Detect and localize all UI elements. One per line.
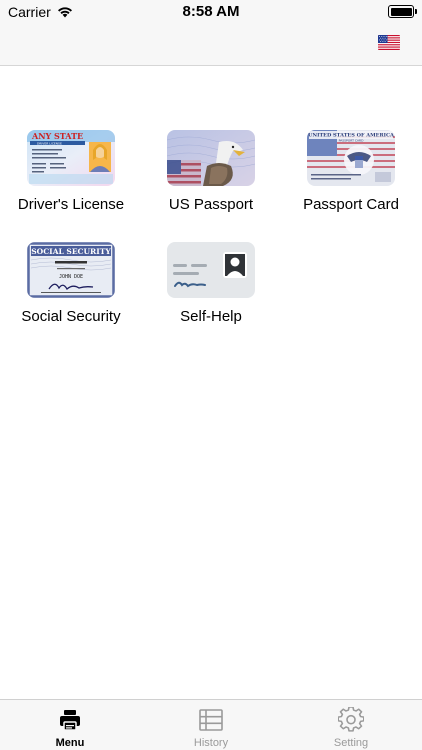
svg-text:JOHN DOE: JOHN DOE [59, 274, 83, 280]
tab-bar: Menu History Setting [0, 699, 422, 750]
gear-icon [338, 707, 364, 732]
menu-item-label: Driver's License [17, 196, 125, 213]
battery-icon [388, 5, 417, 18]
tab-label: History [193, 737, 229, 749]
printer-icon [60, 710, 80, 731]
tab-setting[interactable]: Setting [281, 700, 421, 750]
list-icon [199, 709, 223, 731]
tab-label: Menu [55, 737, 85, 749]
svg-text:DRIVER LICENSE: DRIVER LICENSE [37, 141, 62, 145]
menu-item-social-security[interactable]: SOCIAL SECURITY JOHN DOE Social Security [1, 242, 141, 352]
menu-item-passport-card[interactable]: UNITED STATES OF AMERICA PASSPORT CARD P… [281, 130, 421, 240]
tab-menu[interactable]: Menu [0, 700, 140, 750]
tab-label: Setting [333, 737, 369, 749]
status-bar: Carrier 8:58 AM [0, 0, 422, 24]
menu-item-label: Social Security [21, 308, 121, 325]
menu-item-drivers-license[interactable]: ANY STATE DRIVER LICENSE Driver's Licens… [1, 130, 141, 240]
svg-text:PASSPORT CARD: PASSPORT CARD [339, 139, 365, 143]
menu-item-label: Self-Help [180, 308, 242, 325]
navigation-bar [0, 24, 422, 66]
status-time: 8:58 AM [182, 3, 240, 20]
svg-text:ANY STATE: ANY STATE [31, 131, 83, 141]
menu-item-us-passport[interactable]: US Passport [141, 130, 281, 240]
menu-item-self-help[interactable]: Self-Help [141, 242, 281, 352]
us-passport-image [167, 130, 255, 186]
drivers-license-card-image: ANY STATE DRIVER LICENSE [27, 130, 115, 186]
passport-card-image: UNITED STATES OF AMERICA PASSPORT CARD [307, 130, 395, 186]
us-flag-icon[interactable] [378, 35, 400, 50]
social-security-card-image: SOCIAL SECURITY JOHN DOE [27, 242, 115, 298]
menu-item-label: US Passport [168, 196, 254, 213]
generic-id-card-icon [167, 242, 255, 298]
tab-history[interactable]: History [141, 700, 281, 750]
svg-text:SOCIAL SECURITY: SOCIAL SECURITY [31, 247, 111, 256]
menu-item-label: Passport Card [303, 196, 399, 213]
